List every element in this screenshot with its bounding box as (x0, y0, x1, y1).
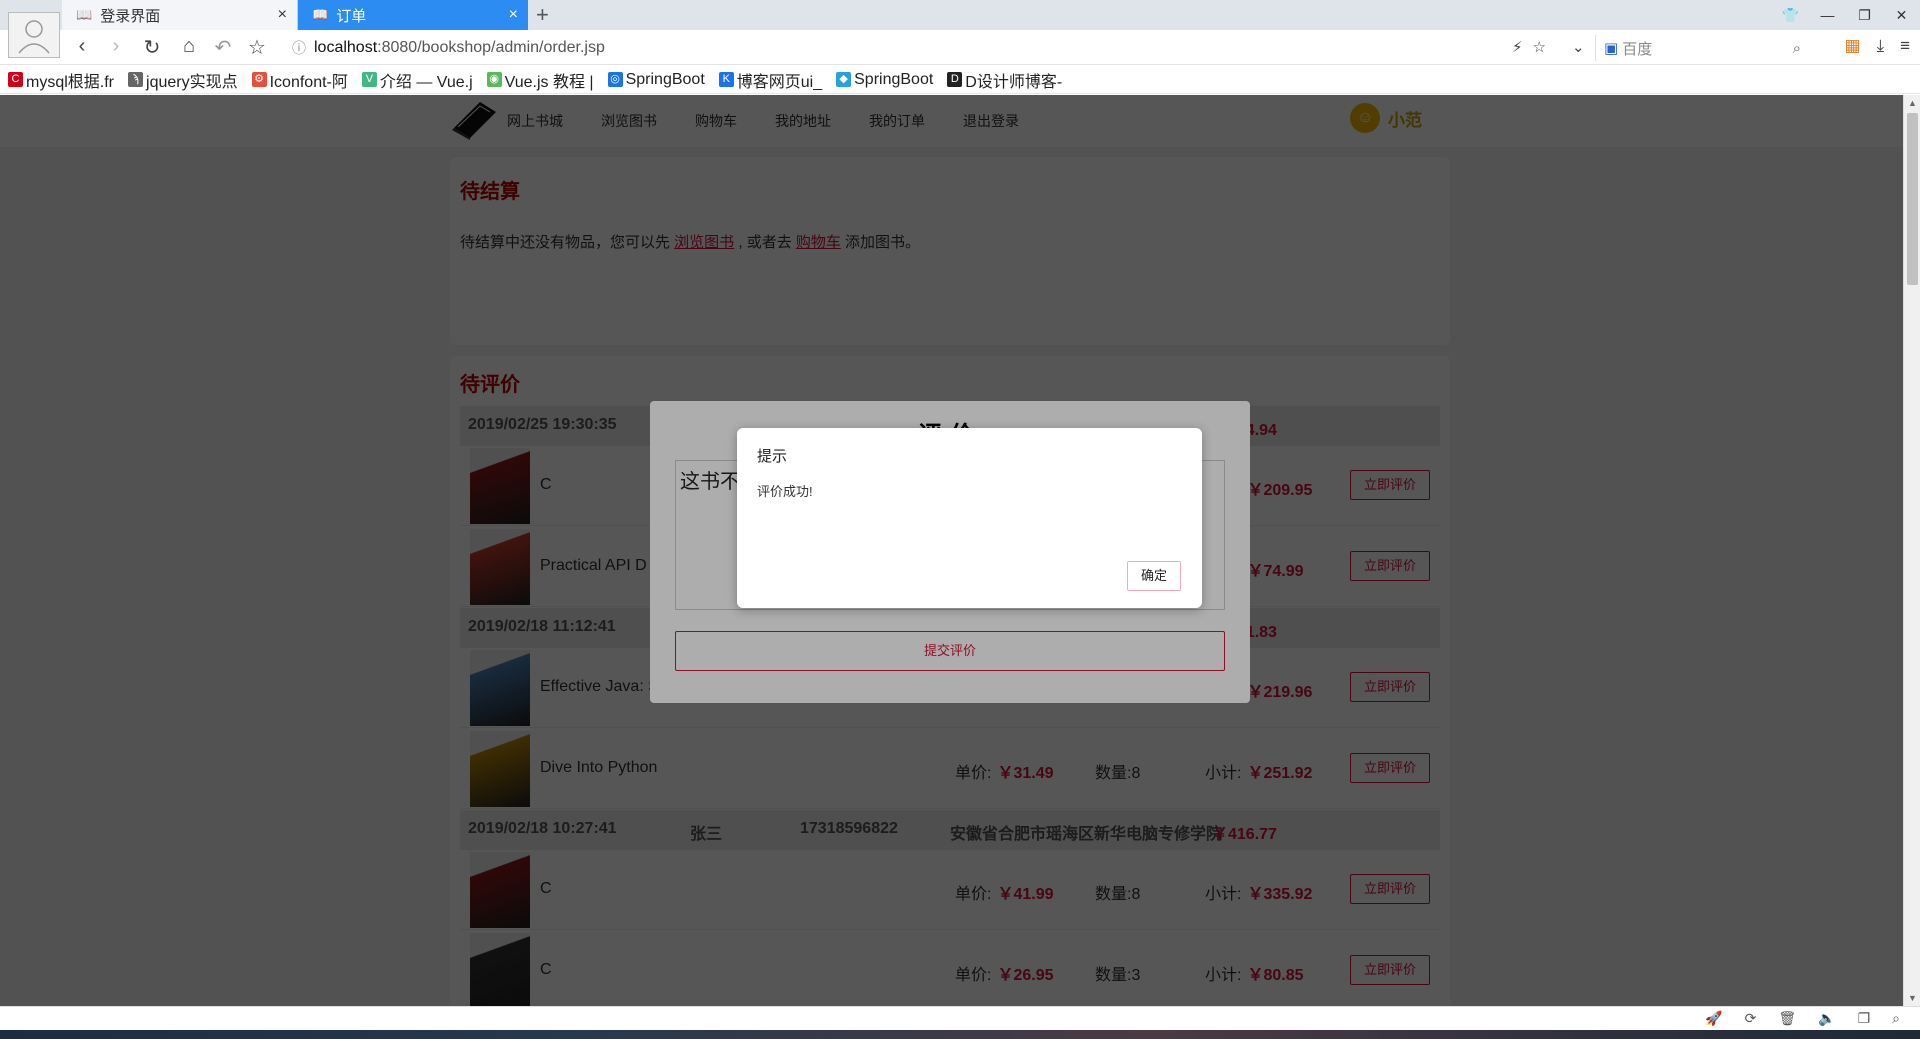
search-icon[interactable]: ⌕ (1793, 40, 1801, 57)
rocket-icon[interactable]: 🚀 (1705, 1010, 1722, 1027)
bookmark-icon: ◎ (607, 72, 623, 87)
search-placeholder: 百度 (1622, 40, 1653, 58)
bookmark-icon: ◉ (486, 72, 502, 87)
bookmark-item[interactable]: K 博客网页ui_ (718, 68, 823, 92)
status-icons: 🚀 ⟳ 🗑 🔈 ❐ ⌕ (1705, 1010, 1900, 1027)
flash-icon[interactable]: ⚡ (1512, 38, 1523, 56)
close-icon[interactable]: × (509, 6, 518, 24)
menu-icon[interactable]: ≡ (1900, 36, 1910, 56)
close-icon[interactable]: × (278, 6, 287, 24)
close-window-button[interactable]: ✕ (1883, 0, 1920, 30)
search-input[interactable]: ▣ 百度 ⌕ (1595, 35, 1807, 61)
bookmark-label: Vue.js 教程 | (504, 73, 594, 91)
bookmark-item[interactable]: Cmysql根据.fr (8, 68, 114, 92)
tab-bar: 📖 登录界面 × 📖 订单 × + 👕 — ❐ ✕ (0, 0, 1920, 30)
scroll-up-icon[interactable]: ▲ (1904, 98, 1920, 108)
status-bar: 🚀 ⟳ 🗑 🔈 ❐ ⌕ (0, 1006, 1920, 1030)
download-icon[interactable]: ⤓ (1877, 36, 1885, 56)
bookmark-label: 介绍 — Vue.j (379, 73, 473, 91)
bookmark-item[interactable]: ◉ Vue.js 教程 | (486, 68, 594, 92)
book-icon: 📖 (76, 7, 93, 22)
alert-message: 评价成功! (757, 484, 813, 499)
book-icon: 📖 (312, 7, 329, 22)
address-bar: ‹ › ↻ ⌂ ↶ ☆ ⓘ localhost:8080/bookshop/ad… (0, 30, 1920, 65)
info-icon: ⓘ (292, 40, 306, 56)
skin-icon[interactable]: 👕 (1772, 0, 1809, 30)
tab-order[interactable]: 📖 订单 × (298, 0, 528, 30)
bookmark-item[interactable]: ϡ jquery实现点 (128, 68, 238, 92)
new-tab-button[interactable]: + (536, 2, 549, 28)
bookmark-item[interactable]: ⚙ Iconfont-阿 (251, 68, 348, 92)
scroll-down-icon[interactable]: ▼ (1904, 993, 1920, 1003)
url-actions: ⚡ ☆ ⌄ (1512, 38, 1585, 56)
desktop-taskbar (0, 1030, 1920, 1039)
bookmark-icon: ϡ (128, 72, 144, 87)
bookmark-label: D设计师博客- (965, 73, 1063, 91)
minimize-button[interactable]: — (1809, 0, 1846, 30)
bookmark-item[interactable]: V 介绍 — Vue.j (361, 68, 473, 92)
baidu-icon: ▣ (1604, 40, 1619, 57)
bookmark-star-icon[interactable]: ☆ (1533, 38, 1546, 56)
window-controls: 👕 — ❐ ✕ (1772, 0, 1920, 30)
bookmark-icon: K (718, 72, 734, 87)
bookmark-icon: D (947, 72, 963, 87)
tab-label: 订单 (336, 7, 367, 25)
bookmark-label: SpringBoot (854, 70, 934, 88)
bookmark-label: mysql根据.fr (26, 73, 115, 91)
bookmark-icon: ◆ (836, 72, 852, 87)
bookmark-label: 博客网页ui_ (736, 73, 823, 91)
bookmarks-bar: Cmysql根据.fr ϡ jquery实现点 ⚙ Iconfont-阿 V 介绍 — Vu… (0, 66, 1920, 94)
bookmark-icon: V (361, 72, 377, 87)
tab-label: 登录界面 (100, 7, 161, 25)
chevron-down-icon[interactable]: ⌄ (1572, 38, 1585, 56)
url-field[interactable]: ⓘ localhost:8080/bookshop/admin/order.js… (292, 35, 1582, 61)
window-icon[interactable]: ❐ (1858, 1010, 1871, 1027)
vertical-scrollbar[interactable]: ▲ ▼ (1903, 95, 1920, 1006)
bookmark-icon: ⚙ (251, 72, 267, 87)
home-icon[interactable]: ⌂ (177, 35, 201, 58)
restore-button[interactable]: ❐ (1846, 0, 1883, 30)
star-icon[interactable]: ☆ (245, 35, 269, 60)
toolbar-right: ▦ ⤓ ≡ (1845, 36, 1911, 56)
bookmark-label: SpringBoot (625, 70, 705, 88)
alert-dialog: 提示 评价成功! 确定 (737, 428, 1202, 608)
bookmark-item[interactable]: ◆ SpringBoot (836, 71, 933, 89)
trash-icon[interactable]: 🗑 (1778, 1010, 1796, 1027)
ok-button[interactable]: 确定 (1127, 561, 1181, 591)
bookmark-icon: C (8, 72, 23, 87)
url-path: :8080/bookshop/admin/order.jsp (377, 39, 605, 56)
zoom-icon[interactable]: ⌕ (1892, 1010, 1900, 1027)
back-icon[interactable]: ‹ (70, 35, 94, 58)
reload-icon[interactable]: ↻ (140, 35, 164, 60)
bookmark-label: jquery实现点 (146, 73, 238, 91)
undo-icon[interactable]: ↶ (211, 35, 235, 60)
forward-icon[interactable]: › (104, 35, 128, 58)
refresh-icon[interactable]: ⟳ (1745, 1010, 1757, 1027)
apps-icon[interactable]: ▦ (1845, 36, 1861, 56)
tab-login[interactable]: 📖 登录界面 × (62, 0, 298, 30)
profile-avatar[interactable] (8, 12, 60, 58)
bookmark-item[interactable]: ◎ SpringBoot (607, 70, 705, 89)
alert-title: 提示 (757, 448, 788, 465)
bookmark-item[interactable]: D D设计师博客- (947, 68, 1062, 92)
scroll-thumb[interactable] (1907, 113, 1918, 285)
bookmark-label: Iconfont-阿 (269, 73, 348, 91)
url-host: localhost (314, 39, 378, 56)
volume-icon[interactable]: 🔈 (1818, 1010, 1835, 1027)
page-viewport: 网上书城 浏览图书 购物车 我的地址 我的订单 退出登录 ☺ 小范 待结算 待结… (0, 95, 1903, 1006)
